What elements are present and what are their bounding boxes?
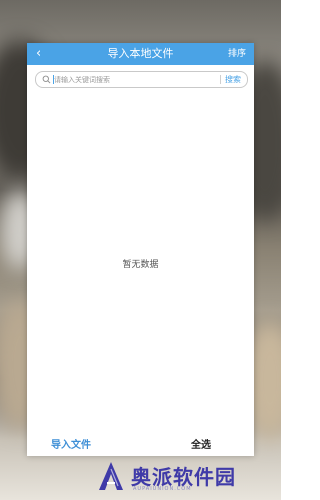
search-icon	[42, 75, 51, 84]
search-input[interactable]	[54, 73, 204, 86]
search-bar: 搜索	[35, 71, 248, 88]
page-title: 导入本地文件	[107, 47, 174, 60]
empty-state-text: 暂无数据	[122, 260, 159, 270]
watermark: 奥派软件园 AUPAIUNION.COM	[98, 459, 278, 497]
select-all-button[interactable]: 全选	[191, 436, 211, 451]
bottom-bar: 导入文件 全选	[27, 428, 254, 456]
title-bar: ‹ 导入本地文件 排序	[27, 43, 254, 65]
sort-button[interactable]: 排序	[228, 48, 246, 60]
search-button[interactable]: 搜索	[225, 73, 241, 86]
import-file-button[interactable]: 导入文件	[51, 436, 91, 451]
app-screen: ‹ 导入本地文件 排序 搜索 暂无数据 导入文件 全选	[27, 43, 254, 456]
watermark-subtext: AUPAIUNION.COM	[133, 486, 192, 492]
search-divider	[220, 75, 221, 84]
watermark-logo-icon	[99, 462, 123, 490]
